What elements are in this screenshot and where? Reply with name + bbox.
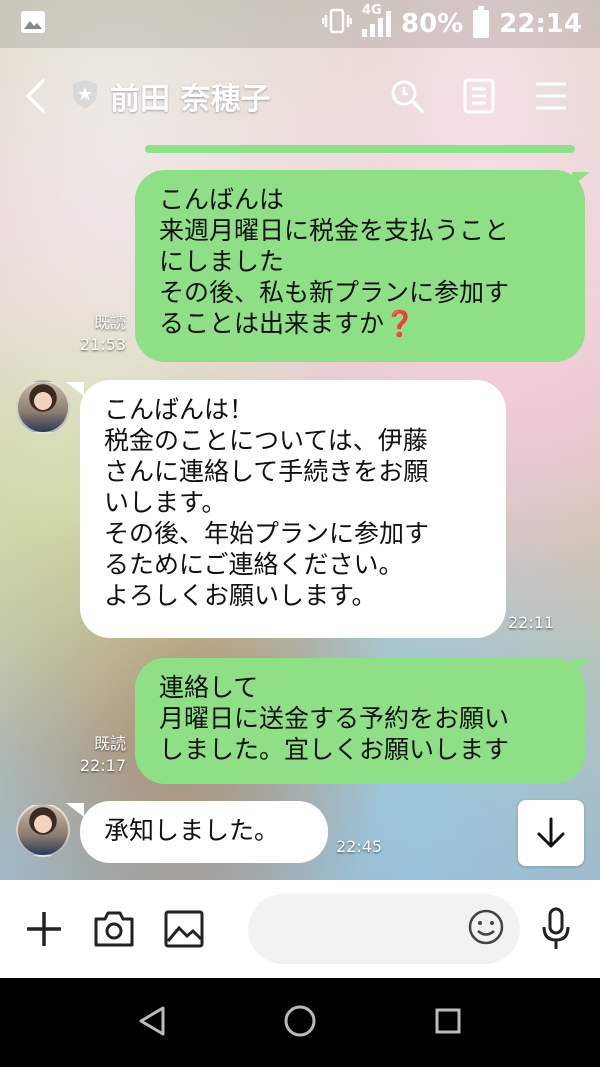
notes-icon[interactable] [460,77,498,115]
shield-icon [70,78,100,114]
message-meta: 既読 21:53 [70,312,126,356]
status-bar: 4G 80% 22:14 [0,0,600,48]
vibrate-icon [321,8,353,41]
message-meta: 既読 22:17 [70,733,126,777]
contact-name[interactable]: 前田 奈穂子 [110,74,270,118]
home-circle-icon[interactable] [282,1003,318,1043]
scroll-to-bottom-button[interactable] [518,800,584,866]
camera-icon[interactable] [88,903,140,955]
recents-square-icon[interactable] [433,1006,463,1040]
signal-icon: 4G [362,3,391,37]
bubble-tail [572,660,590,674]
arrow-down-icon [537,817,565,848]
chevron-left-icon [26,79,45,113]
read-receipt: 既読 [93,734,126,753]
gallery-notification-icon [20,10,46,38]
message-bubble-outgoing[interactable]: 連絡して 月曜日に送金する予約をお願い しました。宜しくお願いします [135,658,585,784]
message-bubble-incoming[interactable]: 承知しました。 [80,801,328,863]
bubble-tail [572,172,590,186]
avatar[interactable] [16,380,70,434]
back-button[interactable] [0,48,70,144]
microphone-icon[interactable] [530,903,582,955]
read-receipt: 既読 [93,313,126,332]
message-time: 22:45 [336,837,383,856]
battery-percent: 80% [401,9,464,39]
search-icon[interactable] [388,77,426,115]
plus-icon[interactable] [18,903,70,955]
message-bubble-outgoing[interactable]: こんばんは 来週月曜日に税金を支払うこと にしました その後、私も新プランに参加… [135,170,585,362]
bubble-tail [66,382,84,396]
system-navigation-bar [0,978,600,1067]
back-triangle-icon[interactable] [137,1005,167,1041]
message-time: 22:17 [79,756,126,775]
bubble-tail [66,803,84,817]
message-time: 22:11 [508,613,555,632]
avatar[interactable] [16,803,70,857]
emoji-icon[interactable] [466,907,506,951]
clock: 22:14 [499,9,582,39]
message-input-bar [0,880,600,978]
image-icon[interactable] [158,903,210,955]
previous-message-edge [145,145,575,153]
message-input[interactable] [248,894,520,964]
menu-icon[interactable] [532,77,570,115]
message-time: 21:53 [79,335,126,354]
chat-header: 前田 奈穂子 [0,48,600,144]
battery-icon [473,6,490,38]
message-bubble-incoming[interactable]: こんばんは！ 税金のことについては、伊藤 さんに連絡して手続きをお願 いします。… [80,380,506,638]
